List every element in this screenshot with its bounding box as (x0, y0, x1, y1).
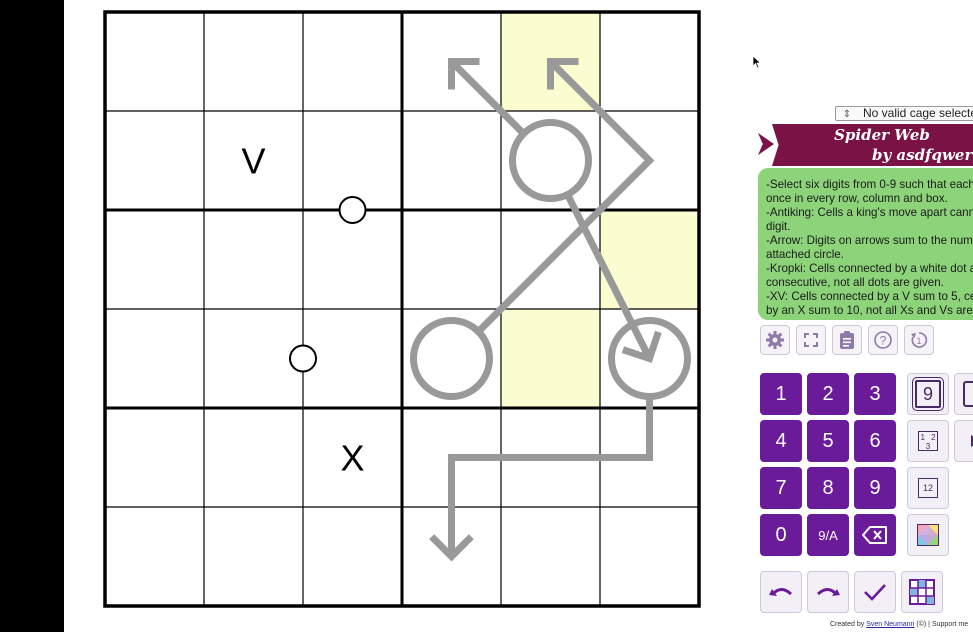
grid-cell[interactable] (204, 309, 303, 408)
restart-button[interactable]: 1 (904, 325, 934, 355)
grid-cell[interactable] (204, 210, 303, 309)
clipboard-button[interactable] (832, 325, 862, 355)
redo-button[interactable] (807, 571, 849, 613)
digit-key-4[interactable]: 4 (760, 420, 802, 462)
mouse-cursor-icon (752, 55, 762, 69)
digit-key-5[interactable]: 5 (807, 420, 849, 462)
center-mode-icon: 12 (918, 478, 938, 498)
grid-cell[interactable] (303, 12, 402, 111)
rules-line: -Kropki: Cells connected by a white dot … (766, 262, 973, 275)
grid-cell[interactable] (204, 507, 303, 606)
rules-line: -XV: Cells connected by a V sum to 5, ce… (766, 290, 973, 303)
digit-key-6[interactable]: 6 (854, 420, 896, 462)
grid-cell[interactable] (105, 12, 204, 111)
grid-cell[interactable] (501, 507, 600, 606)
rules-line: -Antiking: Cells a king's move apart can… (766, 206, 973, 219)
svg-text:1: 1 (916, 336, 921, 346)
redo-icon (816, 588, 840, 596)
grid-cell[interactable] (402, 210, 501, 309)
help-button[interactable]: ? (868, 325, 898, 355)
svg-text:?: ? (880, 334, 887, 348)
undo-button[interactable] (760, 571, 802, 613)
digit-key-3[interactable]: 3 (854, 373, 896, 415)
color-mode-button[interactable] (907, 514, 949, 556)
fullscreen-button[interactable] (796, 325, 826, 355)
color-palette-icon (917, 524, 939, 546)
clipboard-icon (840, 331, 854, 349)
hex-toggle-key[interactable]: 9/A (807, 514, 849, 556)
puzzle-author: by asdfqwerguy (872, 146, 973, 164)
grid-cell[interactable] (303, 309, 402, 408)
grid-cell[interactable] (303, 507, 402, 606)
puzzle-title: Spider Web (834, 126, 930, 144)
rules-line: -Arrow: Digits on arrows sum to the numb… (766, 234, 973, 247)
digit-key-2[interactable]: 2 (807, 373, 849, 415)
color-cycle-button[interactable] (954, 373, 973, 415)
digit-key-9[interactable]: 9 (854, 467, 896, 509)
corner-mode-icon: 1 2 3 (918, 431, 938, 451)
grid-cell[interactable] (501, 309, 600, 408)
rules-line: -Select six digits from 0-9 such that ea… (766, 178, 973, 191)
help-icon: ? (874, 331, 892, 349)
grid-cell[interactable] (105, 309, 204, 408)
grid-cell[interactable] (204, 408, 303, 507)
undo-icon (769, 588, 793, 596)
grid-cell[interactable] (402, 111, 501, 210)
play-icon (971, 435, 973, 447)
check-button[interactable] (854, 571, 896, 613)
grid-cell[interactable] (105, 111, 204, 210)
xv-clue-label: V (241, 141, 265, 182)
grid-cell[interactable] (204, 12, 303, 111)
grid-cell[interactable] (600, 507, 699, 606)
grid-cell[interactable] (303, 111, 402, 210)
play-button[interactable] (954, 420, 973, 462)
color-cycle-icon (963, 381, 973, 407)
banner-notch (758, 133, 774, 155)
rules-line: digit. (766, 220, 791, 233)
author-link[interactable]: Sven Neumann (866, 621, 914, 628)
kropki-dot (338, 196, 367, 224)
grid-icon (909, 579, 935, 605)
restart-icon: 1 (911, 332, 928, 348)
delete-key[interactable] (854, 514, 896, 556)
title-banner: Spider Web by asdfqwerguy (772, 124, 973, 166)
sudoku-grid[interactable]: VX (100, 7, 704, 611)
grid-cell[interactable] (303, 210, 402, 309)
grid-view-button[interactable] (901, 571, 943, 613)
normal-mode-icon: 9 (912, 377, 944, 411)
kropki-dot (289, 344, 317, 373)
cage-status-text: No valid cage selected (863, 106, 973, 120)
checkmark-icon (864, 584, 886, 601)
settings-button[interactable] (760, 325, 790, 355)
backspace-icon (862, 526, 887, 544)
rules-line: by an X sum to 10, not all Xs and Vs are… (766, 304, 973, 317)
grid-cell[interactable] (105, 507, 204, 606)
digit-key-8[interactable]: 8 (807, 467, 849, 509)
xv-clue-label: X (340, 438, 364, 479)
normal-mode-button[interactable]: 9 (907, 373, 949, 415)
rules-line: attached circle. (766, 248, 844, 261)
gear-icon (766, 331, 784, 349)
grid-cell[interactable] (600, 12, 699, 111)
cage-expand-icon[interactable]: ⇕ (841, 108, 853, 120)
center-mode-button[interactable]: 12 (907, 467, 949, 509)
left-black-bar (0, 0, 64, 632)
rules-line: consecutive, not all dots are given. (766, 276, 944, 289)
rules-panel[interactable]: -Select six digits from 0-9 such that ea… (758, 168, 973, 320)
digit-key-7[interactable]: 7 (760, 467, 802, 509)
fullscreen-icon (804, 333, 818, 347)
cage-status-bar[interactable]: ⇕ No valid cage selected (835, 106, 973, 121)
grid-cell[interactable] (105, 210, 204, 309)
rules-line: once in every row, column and box. (766, 192, 948, 205)
digit-key-1[interactable]: 1 (760, 373, 802, 415)
digit-key-0[interactable]: 0 (760, 514, 802, 556)
corner-mode-button[interactable]: 1 2 3 (907, 420, 949, 462)
grid-cell[interactable] (105, 408, 204, 507)
credits-footer: Created by Sven Neumann (©) | Support me (830, 621, 969, 628)
